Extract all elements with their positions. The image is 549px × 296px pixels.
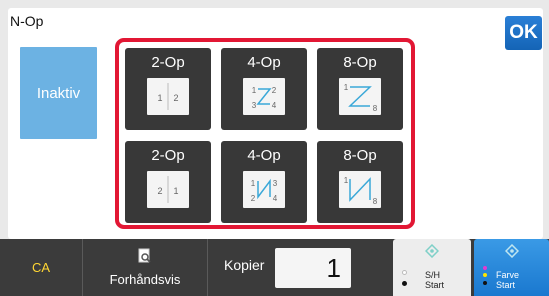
page-number: 4 [273, 194, 278, 203]
option-4-up-z[interactable]: 4-Op 1 2 3 4 [221, 48, 307, 130]
clear-all-button[interactable]: CA [0, 239, 82, 296]
bw-start-line1: S/H [425, 270, 441, 280]
page-number: 3 [252, 101, 257, 110]
color-start-line1: Farve [496, 270, 520, 280]
start-diamond-icon [505, 244, 519, 258]
white-dot-icon [402, 270, 407, 275]
option-label: 8-Op [343, 54, 377, 71]
page-number: 1 [344, 83, 349, 92]
inaktiv-button[interactable]: Inaktiv [20, 47, 97, 139]
4-up-n-icon: 1 3 2 4 [243, 171, 285, 208]
option-4-up-n[interactable]: 4-Op 1 3 2 4 [221, 141, 307, 223]
page-number: 2 [173, 93, 178, 103]
page-number: 2 [272, 86, 277, 95]
option-2-up-rtl[interactable]: 2-Op 2 1 [125, 141, 211, 223]
option-2-up-ltr[interactable]: 2-Op 1 2 [125, 48, 211, 130]
color-start-line2: Start [496, 280, 516, 290]
2-up-rtl-icon: 2 1 [147, 171, 189, 208]
preview-icon [138, 248, 151, 263]
copies-label: Kopier [224, 257, 265, 273]
option-label: 2-Op [151, 147, 185, 164]
bw-start-button[interactable]: S/H Start [393, 239, 471, 296]
magenta-dot-icon [483, 266, 487, 270]
option-label: 2-Op [151, 54, 185, 71]
page-number: 1 [173, 186, 178, 196]
bw-start-line2: Start [425, 280, 445, 290]
option-label: 8-Op [343, 147, 377, 164]
page-number: 8 [373, 197, 378, 206]
option-label: 4-Op [247, 54, 281, 71]
preview-label: Forhåndsvis [109, 272, 181, 287]
color-start-button[interactable]: Farve Start [474, 239, 549, 296]
page-number: 2 [251, 194, 256, 203]
page-number: 1 [251, 179, 256, 188]
page-number: 4 [272, 101, 277, 110]
black-dot-icon [402, 281, 407, 286]
preview-button[interactable]: Forhåndsvis [83, 239, 207, 296]
page-number: 2 [157, 186, 162, 196]
start-diamond-icon [425, 244, 439, 258]
yellow-dot-icon [483, 273, 487, 277]
screen: N-Op OK Inaktiv 2-Op 1 2 4-Op 1 2 3 4 8-… [0, 0, 549, 296]
2-up-ltr-icon: 1 2 [147, 78, 189, 115]
option-8-up-n[interactable]: 8-Op 1 8 [317, 141, 403, 223]
page-title: N-Op [10, 13, 44, 29]
page-number: 8 [373, 104, 378, 113]
page-number: 3 [273, 179, 278, 188]
ok-button[interactable]: OK [505, 16, 542, 50]
page-number: 1 [157, 93, 162, 103]
4-up-z-icon: 1 2 3 4 [243, 78, 285, 115]
page-number: 1 [252, 86, 257, 95]
8-up-z-icon: 1 8 [339, 78, 381, 115]
divider [207, 239, 208, 296]
option-label: 4-Op [247, 147, 281, 164]
copies-input[interactable]: 1 [275, 248, 351, 288]
page-number: 1 [344, 176, 349, 185]
black-dot-icon [483, 281, 487, 285]
option-8-up-z[interactable]: 8-Op 1 8 [317, 48, 403, 130]
8-up-n-icon: 1 8 [339, 171, 381, 208]
